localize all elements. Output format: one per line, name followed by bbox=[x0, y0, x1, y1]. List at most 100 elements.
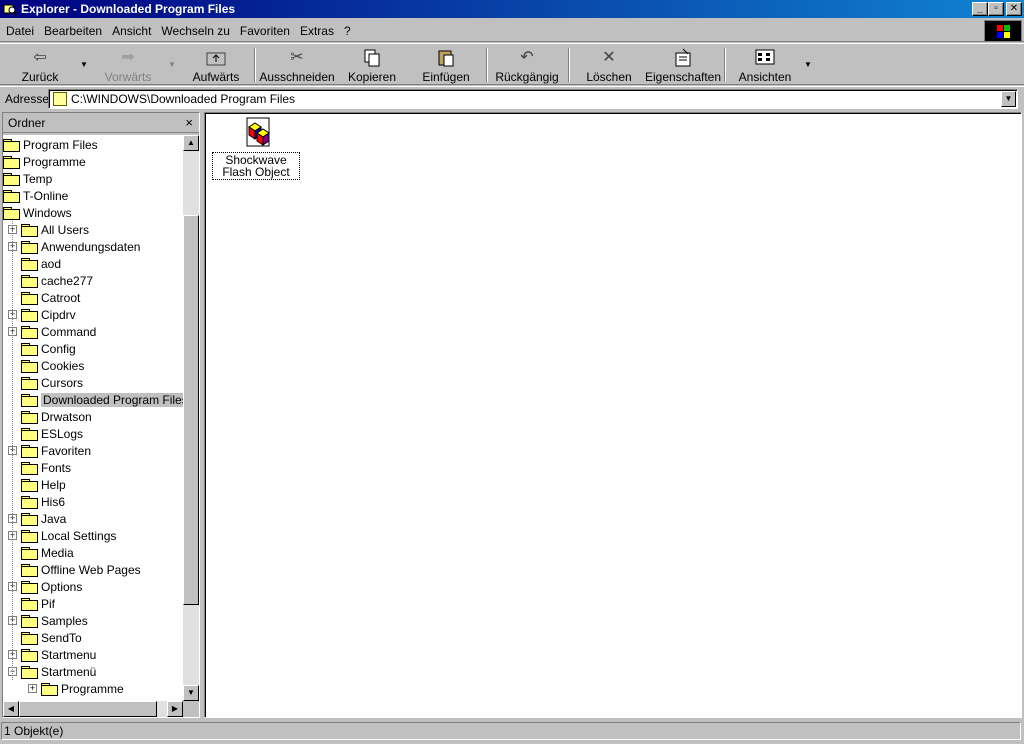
copy-button[interactable]: Kopieren bbox=[344, 46, 400, 84]
restore-button[interactable]: ▫ bbox=[988, 2, 1004, 16]
tree-item-label: Cipdrv bbox=[41, 307, 76, 322]
forward-arrow-icon: ➡ bbox=[121, 49, 135, 66]
menu-help[interactable]: ? bbox=[340, 24, 355, 38]
tree-item[interactable]: SendTo bbox=[21, 629, 82, 646]
folder-icon bbox=[21, 631, 38, 645]
views-dropdown-icon[interactable]: ▼ bbox=[804, 60, 812, 69]
folder-icon bbox=[21, 444, 38, 458]
undo-button[interactable]: ↶ Rückgängig bbox=[494, 46, 560, 84]
folder-icon bbox=[21, 495, 38, 509]
tree-item[interactable]: Pif bbox=[21, 595, 55, 612]
up-button[interactable]: Aufwärts bbox=[186, 46, 246, 84]
address-bar: Adresse C:\WINDOWS\Downloaded Program Fi… bbox=[0, 86, 1024, 110]
folder-icon bbox=[21, 359, 38, 373]
tree-item-label: aod bbox=[41, 256, 62, 271]
folder-icon bbox=[21, 529, 38, 543]
tree-item[interactable]: ESLogs bbox=[21, 425, 83, 442]
tree-item[interactable]: Cursors bbox=[21, 374, 83, 391]
tree-item[interactable]: Cookies bbox=[21, 357, 84, 374]
folders-pane-header: Ordner × bbox=[3, 113, 199, 133]
status-bar: 1 Objekt(e) bbox=[0, 721, 1024, 741]
tree-item[interactable]: + Java bbox=[8, 510, 66, 527]
tree-item[interactable]: Fonts bbox=[21, 459, 71, 476]
tree-item[interactable]: + Cipdrv bbox=[8, 306, 76, 323]
paste-button[interactable]: Einfügen bbox=[418, 46, 474, 84]
explorer-icon bbox=[3, 2, 17, 16]
expand-icon[interactable]: + bbox=[28, 684, 37, 693]
tree-item[interactable]: − Startmenü bbox=[8, 663, 96, 680]
menu-favoriten[interactable]: Favoriten bbox=[236, 24, 294, 38]
menu-extras[interactable]: Extras bbox=[296, 24, 338, 38]
scroll-right-button[interactable]: ▶ bbox=[167, 701, 183, 717]
tree-item[interactable]: cache277 bbox=[21, 272, 93, 289]
scissors-icon: ✂ bbox=[290, 49, 304, 66]
tree-item[interactable]: + Anwendungsdaten bbox=[8, 238, 140, 255]
folder-icon bbox=[21, 512, 38, 526]
tree-item[interactable]: Config bbox=[21, 340, 76, 357]
delete-button[interactable]: ✕ Löschen bbox=[584, 46, 634, 84]
tree-item[interactable]: + All Users bbox=[8, 221, 89, 238]
toolbar: ⇦ Zurück ▼ ➡ Vorwärts ▼ Aufwärts ✂ Aussc… bbox=[0, 43, 1024, 85]
address-dropdown-button[interactable]: ▼ bbox=[1001, 91, 1016, 107]
folder-icon bbox=[3, 155, 20, 169]
tree-item[interactable]: + Command bbox=[8, 323, 96, 340]
tree-item[interactable]: Windows bbox=[3, 204, 72, 221]
folder-icon bbox=[21, 614, 38, 628]
folder-icon bbox=[21, 342, 38, 356]
cut-button[interactable]: ✂ Ausschneiden bbox=[259, 46, 334, 84]
tree-item[interactable]: Programme bbox=[3, 153, 86, 170]
minimize-button[interactable]: _ bbox=[972, 2, 988, 16]
forward-dropdown-icon[interactable]: ▼ bbox=[168, 60, 176, 69]
tree-item[interactable]: Program Files bbox=[3, 136, 98, 153]
tree-item[interactable]: Downloaded Program Files bbox=[21, 391, 183, 408]
tree-item[interactable]: Media bbox=[21, 544, 74, 561]
tree-item[interactable]: + Startmenu bbox=[8, 646, 96, 663]
menu-datei[interactable]: Datei bbox=[2, 24, 38, 38]
menu-bearbeiten[interactable]: Bearbeiten bbox=[40, 24, 106, 38]
scroll-left-button[interactable]: ◀ bbox=[3, 701, 19, 717]
copy-icon bbox=[360, 48, 384, 68]
scroll-down-button[interactable]: ▼ bbox=[183, 685, 199, 701]
tree-item-label: Media bbox=[41, 545, 74, 560]
menu-wechseln-zu[interactable]: Wechseln zu bbox=[157, 24, 233, 38]
tree-item[interactable]: + Samples bbox=[8, 612, 88, 629]
tree-item[interactable]: + Favoriten bbox=[8, 442, 91, 459]
back-dropdown-icon[interactable]: ▼ bbox=[80, 60, 88, 69]
vertical-scroll-thumb[interactable] bbox=[183, 215, 199, 605]
folder-icon bbox=[21, 240, 38, 254]
tree-item-label: Fonts bbox=[41, 460, 72, 475]
folder-icon bbox=[21, 223, 38, 237]
horizontal-scroll-thumb[interactable] bbox=[19, 701, 157, 717]
tree-item-label: Program Files bbox=[23, 137, 98, 152]
tree-item[interactable]: Offline Web Pages bbox=[21, 561, 141, 578]
tree-item[interactable]: His6 bbox=[21, 493, 65, 510]
tree-vertical-scrollbar[interactable]: ▲ ▼ bbox=[183, 135, 199, 701]
tree-item[interactable]: Help bbox=[21, 476, 66, 493]
scroll-up-button[interactable]: ▲ bbox=[183, 135, 199, 151]
tree-item-label: Offline Web Pages bbox=[41, 562, 141, 577]
views-button[interactable]: Ansichten bbox=[736, 46, 794, 84]
back-button[interactable]: ⇦ Zurück bbox=[8, 46, 72, 84]
tree-item[interactable]: Catroot bbox=[21, 289, 80, 306]
folder-up-icon bbox=[204, 48, 228, 68]
tree-item[interactable]: Temp bbox=[3, 170, 52, 187]
folder-ie-icon bbox=[53, 92, 67, 106]
tree-item[interactable]: + Options bbox=[8, 578, 82, 595]
tree-horizontal-scrollbar[interactable]: ◀ ▶ bbox=[3, 701, 183, 717]
file-item-shockwave-flash[interactable]: Shockwave Flash Object bbox=[211, 115, 301, 181]
menu-ansicht[interactable]: Ansicht bbox=[108, 24, 155, 38]
tree-item[interactable]: aod bbox=[21, 255, 61, 272]
properties-button[interactable]: Eigenschaften bbox=[645, 46, 721, 84]
tree-item[interactable]: Drwatson bbox=[21, 408, 92, 425]
close-pane-button[interactable]: × bbox=[185, 115, 193, 130]
address-input[interactable]: C:\WINDOWS\Downloaded Program Files ▼ bbox=[48, 89, 1018, 109]
tree-item[interactable]: + Programme bbox=[28, 680, 124, 697]
tree-item-label: Cookies bbox=[41, 358, 85, 373]
tree-item[interactable]: T-Online bbox=[3, 187, 68, 204]
close-button[interactable]: ✕ bbox=[1006, 2, 1022, 16]
forward-button[interactable]: ➡ Vorwärts bbox=[96, 46, 160, 84]
back-arrow-icon: ⇦ bbox=[33, 49, 47, 66]
tree-item[interactable]: + Local Settings bbox=[8, 527, 116, 544]
folder-icon bbox=[41, 682, 58, 696]
folder-icon bbox=[21, 257, 38, 271]
